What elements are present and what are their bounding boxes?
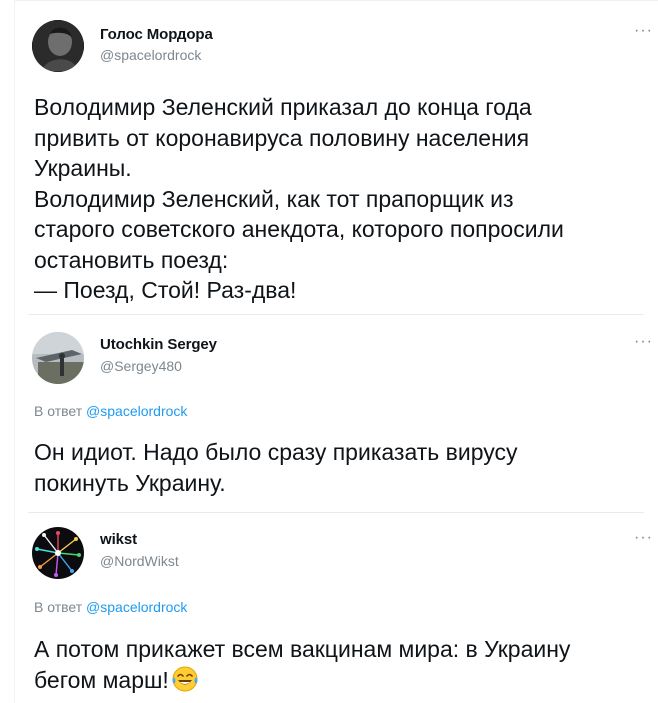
tweet-text: Он идиот. Надо было сразу приказать виру…	[34, 439, 518, 496]
tweet-reply[interactable]: wikst @NordWikst ··· В ответ @spacelordr…	[14, 513, 658, 703]
avatar-image	[32, 527, 84, 579]
avatar-image	[32, 20, 84, 72]
avatar[interactable]	[32, 20, 84, 72]
reply-context: В ответ @spacelordrock	[34, 599, 187, 615]
author-handle[interactable]: @Sergey480	[100, 358, 182, 374]
author-name[interactable]: Utochkin Sergey	[100, 336, 217, 353]
more-options-icon[interactable]: ···	[634, 23, 653, 39]
avatar-image	[32, 332, 84, 384]
more-options-icon[interactable]: ···	[634, 530, 653, 546]
tweet-text-wrapper: А потом прикажет всем вакцинам мира: в У…	[34, 634, 570, 695]
face-with-tears-of-joy-icon	[171, 665, 199, 693]
tweet-text: А потом прикажет всем вакцинам мира: в У…	[34, 636, 571, 693]
reply-prefix: В ответ	[34, 599, 87, 615]
tweet-reply[interactable]: Utochkin Sergey @Sergey480 ··· В ответ @…	[14, 315, 658, 512]
author-name[interactable]: Голос Мордора	[100, 26, 213, 43]
tweet-text: Володимир Зеленский приказал до конца го…	[34, 94, 564, 303]
tweet-main[interactable]: Голос Мордора @spacelordrock ··· Володим…	[14, 0, 658, 313]
more-options-icon[interactable]: ···	[634, 334, 653, 350]
reply-context: В ответ @spacelordrock	[34, 403, 187, 419]
reply-mention-link[interactable]: @spacelordrock	[86, 403, 187, 419]
reply-prefix: В ответ	[34, 403, 87, 419]
reply-mention-link[interactable]: @spacelordrock	[86, 599, 187, 615]
avatar[interactable]	[32, 332, 84, 384]
author-name[interactable]: wikst	[100, 531, 137, 548]
author-handle[interactable]: @spacelordrock	[100, 47, 201, 63]
author-handle[interactable]: @NordWikst	[100, 553, 179, 569]
avatar[interactable]	[32, 527, 84, 579]
